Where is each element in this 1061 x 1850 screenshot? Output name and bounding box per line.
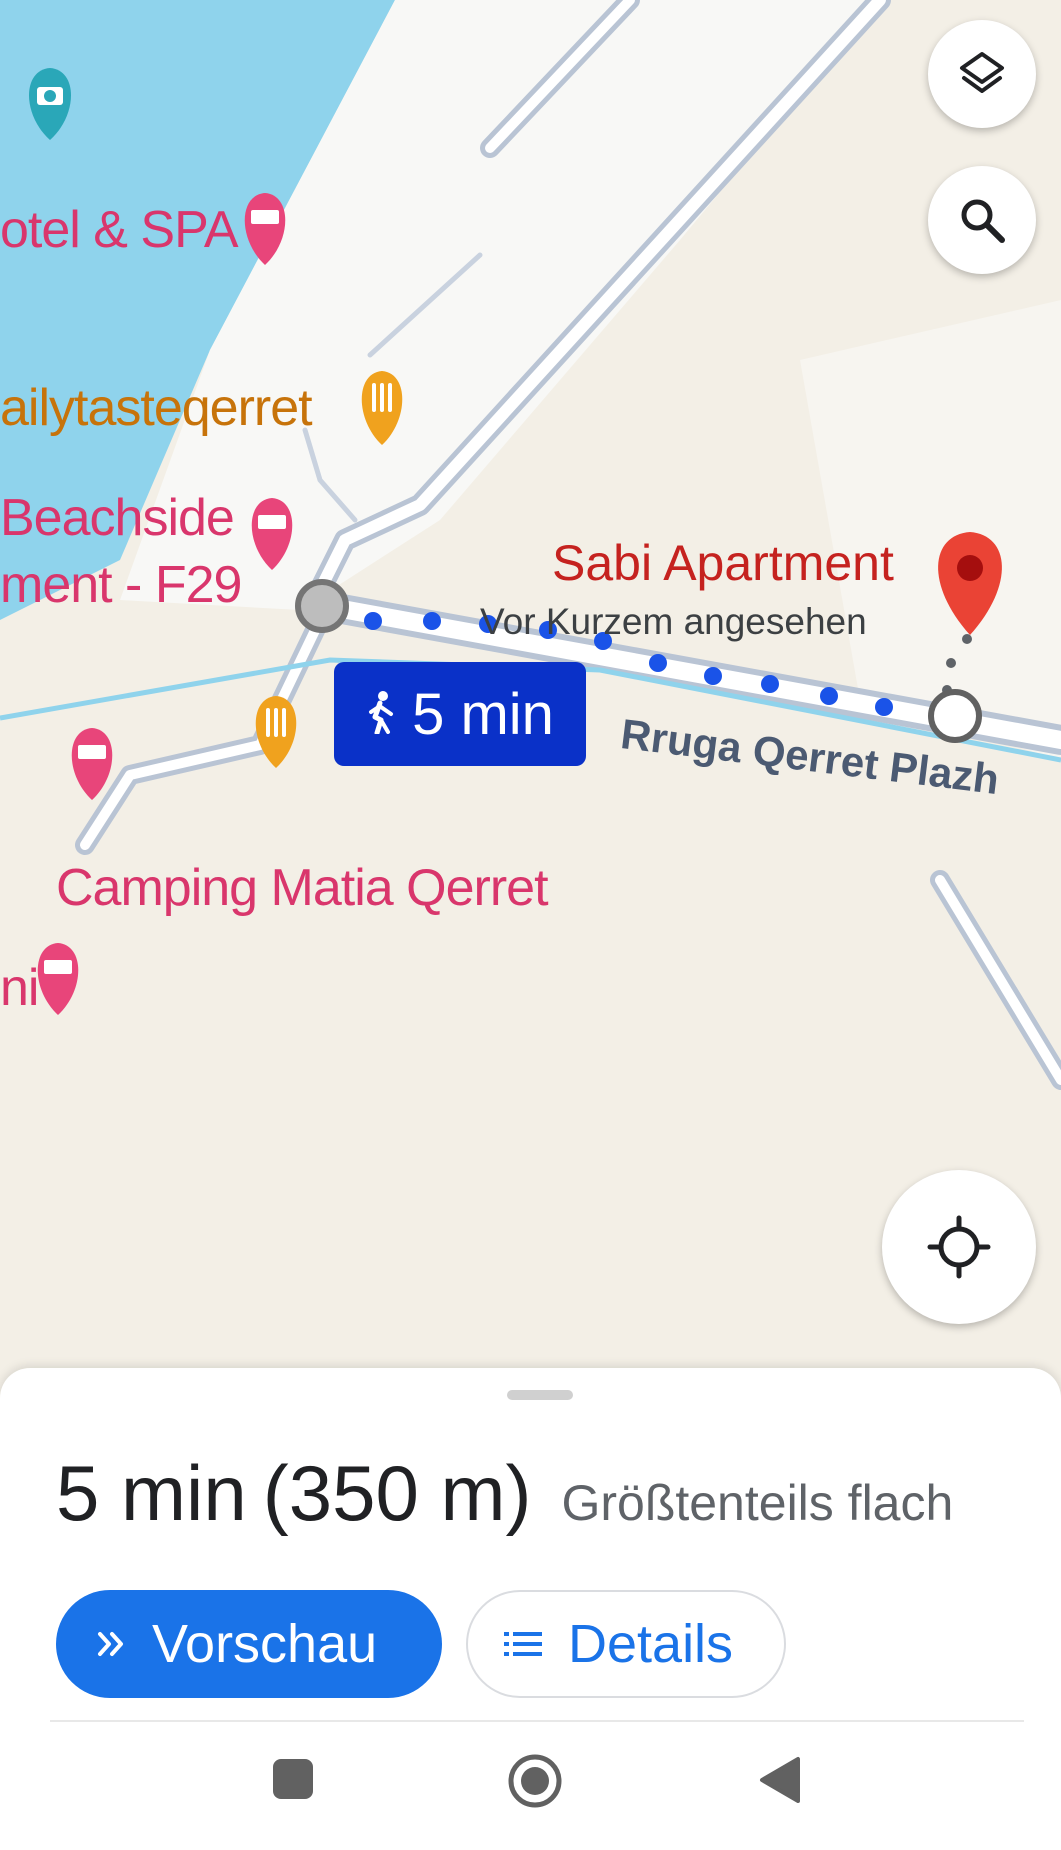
poi-label-partial-hotel[interactable]: ni	[0, 958, 39, 1018]
route-summary: 5 min (350 m) Größtenteils flach	[56, 1448, 953, 1539]
drag-handle[interactable]	[507, 1390, 573, 1400]
circle-icon	[508, 1754, 562, 1808]
my-location-button[interactable]	[882, 1170, 1036, 1324]
destination-subtitle: Vor Kurzem angesehen	[480, 601, 867, 642]
layers-button[interactable]	[928, 20, 1036, 128]
my-location-icon	[927, 1215, 991, 1279]
details-button[interactable]: Details	[466, 1590, 786, 1698]
destination-name[interactable]: Sabi Apartment	[552, 534, 894, 592]
walking-icon	[366, 681, 396, 748]
preview-button[interactable]: Vorschau	[56, 1590, 442, 1698]
recents-button[interactable]	[272, 1758, 314, 1805]
square-icon	[273, 1759, 313, 1799]
home-button[interactable]	[507, 1753, 563, 1814]
divider	[50, 1720, 1024, 1722]
poi-label-camping[interactable]: Camping Matia Qerret	[56, 858, 549, 918]
back-button[interactable]	[758, 1756, 802, 1809]
search-button[interactable]	[928, 166, 1036, 274]
poi-label-hotel-spa[interactable]: otel & SPA	[0, 200, 239, 260]
poi-label-beachside-line1[interactable]: Beachside	[0, 488, 235, 548]
search-icon	[961, 199, 1005, 243]
route-end-node	[928, 689, 982, 743]
list-icon	[504, 1632, 542, 1656]
poi-label-beachside-line2[interactable]: ment - F29	[0, 555, 242, 615]
triangle-back-icon	[760, 1757, 800, 1803]
route-duration: 5 min	[56, 1449, 247, 1537]
layers-icon	[960, 52, 1004, 93]
route-duration-text: 5 min	[412, 681, 554, 747]
route-start-node	[295, 579, 349, 633]
route-distance: (350 m)	[262, 1449, 532, 1537]
preview-label: Vorschau	[152, 1614, 378, 1674]
details-label: Details	[568, 1614, 734, 1674]
directions-bottom-sheet[interactable]: 5 min (350 m) Größtenteils flach Vorscha…	[0, 1368, 1061, 1850]
route-terrain: Größtenteils flach	[561, 1475, 954, 1531]
route-duration-badge[interactable]: 5 min	[334, 662, 586, 766]
double-chevron-right-icon	[98, 1632, 123, 1656]
poi-label-restaurant[interactable]: ailytasteqerret	[0, 378, 313, 438]
